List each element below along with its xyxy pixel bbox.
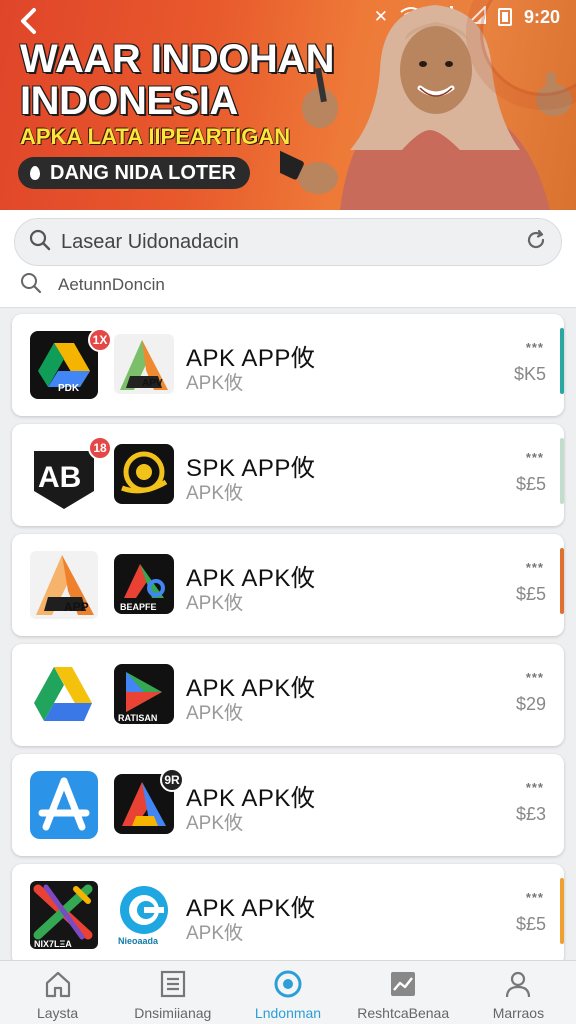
- rating-stars: ***: [525, 450, 544, 465]
- app-price: $29: [515, 694, 546, 714]
- svg-text:APV: APV: [142, 378, 163, 389]
- list-item[interactable]: 9R APK APK攸 APK攸 *** $£3: [12, 754, 564, 856]
- notification-badge: 9R: [160, 768, 184, 792]
- nav-item-target[interactable]: Lndonman: [230, 961, 345, 1024]
- search-section: Lasear Uidonadacin AetunnDoncin: [0, 210, 576, 308]
- nav-label: Lndonman: [254, 1005, 322, 1021]
- banner-pill-button[interactable]: DANG NIDA LOTER: [18, 157, 250, 189]
- accent-bar: [560, 328, 564, 394]
- app-screen: ✕ 9:20 WAAR INDOHAN INDONESIA APKA LATA …: [0, 0, 576, 1024]
- search-icon: [29, 229, 51, 256]
- status-time: 9:20: [523, 6, 560, 27]
- nav-item-home[interactable]: Laysta: [0, 961, 115, 1024]
- home-icon: [45, 971, 70, 998]
- secondary-search-label: AetunnDoncin: [58, 275, 165, 294]
- nix-app-icon: NIX7LΞA: [30, 881, 98, 949]
- svg-text:APP: APP: [64, 600, 89, 614]
- svg-text:AB: AB: [38, 461, 81, 494]
- promo-banner[interactable]: ✕ 9:20 WAAR INDOHAN INDONESIA APKA LATA …: [0, 0, 576, 210]
- list-item[interactable]: NIX7LΞA Nieoaada APK APK攸 APK攸 *** $£5: [12, 864, 564, 966]
- svg-text:Nieoaada: Nieoaada: [118, 936, 159, 946]
- nav-item-chart[interactable]: ReshtcaBenaa: [346, 961, 461, 1024]
- nav-label: ReshtcaBenaa: [357, 1005, 450, 1021]
- list-icon: [160, 970, 185, 998]
- app-list: PDK 1X APV APK APP攸 APK攸 *** $K5 AB 18 S…: [12, 314, 564, 974]
- svg-text:RATISAN: RATISAN: [118, 713, 157, 723]
- bottom-navigation: Laysta Dnsimiianag Lndonman ReshtcaBenaa…: [0, 960, 576, 1024]
- app-app-icon: APP: [30, 551, 98, 619]
- rating-stars: ***: [525, 560, 544, 575]
- list-item[interactable]: APP BEAPFE APK APK攸 APK攸 *** $£5: [12, 534, 564, 636]
- accent-bar: [560, 878, 564, 944]
- app-price: $£5: [515, 474, 546, 494]
- play-app-icon: RATISAN: [114, 664, 174, 724]
- svg-text:NIX7LΞA: NIX7LΞA: [34, 939, 72, 949]
- app-subtitle: APK攸: [186, 703, 244, 724]
- secondary-search-row[interactable]: AetunnDoncin: [20, 272, 165, 298]
- app-price: $£5: [515, 584, 546, 604]
- nav-label: Marraos: [492, 1005, 545, 1021]
- rating-stars: ***: [525, 340, 544, 355]
- banner-person-image: [280, 5, 572, 210]
- refresh-icon[interactable]: [525, 229, 547, 256]
- app-subtitle: APK攸: [186, 813, 244, 834]
- search-bar[interactable]: Lasear Uidonadacin: [14, 218, 562, 266]
- location-pin-icon: [30, 166, 40, 180]
- app-subtitle: APK攸: [186, 923, 244, 944]
- back-arrow-icon[interactable]: [16, 6, 46, 36]
- banner-subtitle: APKA LATA IIPEARTIGAN: [20, 124, 291, 149]
- app-price: $K5: [513, 364, 546, 384]
- app-price: $£3: [515, 804, 546, 824]
- battery-icon: [497, 8, 512, 26]
- app-subtitle: APK攸: [186, 593, 244, 614]
- rating-stars: ***: [525, 780, 544, 795]
- nav-label: Dnsimiianag: [134, 1005, 212, 1021]
- apv-app-icon: APV: [114, 334, 174, 394]
- nav-label: Laysta: [36, 1005, 79, 1021]
- search-icon-small: [20, 272, 42, 299]
- nav-item-profile[interactable]: Marraos: [461, 961, 576, 1024]
- list-item[interactable]: AB 18 SPK APP攸 APK攸 *** $£5: [12, 424, 564, 526]
- nav-item-list[interactable]: Dnsimiianag: [115, 961, 230, 1024]
- app-subtitle: APK攸: [186, 373, 244, 394]
- app-subtitle: APK攸: [186, 483, 244, 504]
- list-item[interactable]: RATISAN APK APK攸 APK攸 *** $29: [12, 644, 564, 746]
- drive-green-app-icon: [34, 667, 92, 721]
- list-item[interactable]: PDK 1X APV APK APP攸 APK攸 *** $K5: [12, 314, 564, 416]
- app-price: $£5: [515, 914, 546, 934]
- rating-stars: ***: [525, 890, 544, 905]
- svg-text:BEAPFE: BEAPFE: [120, 602, 157, 612]
- accent-bar: [560, 438, 564, 504]
- target-icon: [274, 970, 302, 998]
- planet-app-icon: [114, 444, 174, 504]
- beapfe-app-icon: BEAPFE: [114, 554, 174, 614]
- banner-pill-label: DANG NIDA LOTER: [50, 161, 236, 184]
- accent-bar: [560, 548, 564, 614]
- notification-badge: 1X: [88, 328, 112, 352]
- notification-badge: 18: [88, 436, 112, 460]
- person-icon: [506, 971, 531, 998]
- nieoaada-app-icon: Nieoaada: [118, 886, 168, 946]
- chart-icon: [391, 972, 416, 996]
- svg-text:PDK: PDK: [58, 383, 80, 394]
- appstore-app-icon: [30, 771, 98, 839]
- rating-stars: ***: [525, 670, 544, 685]
- search-input[interactable]: Lasear Uidonadacin: [61, 231, 525, 254]
